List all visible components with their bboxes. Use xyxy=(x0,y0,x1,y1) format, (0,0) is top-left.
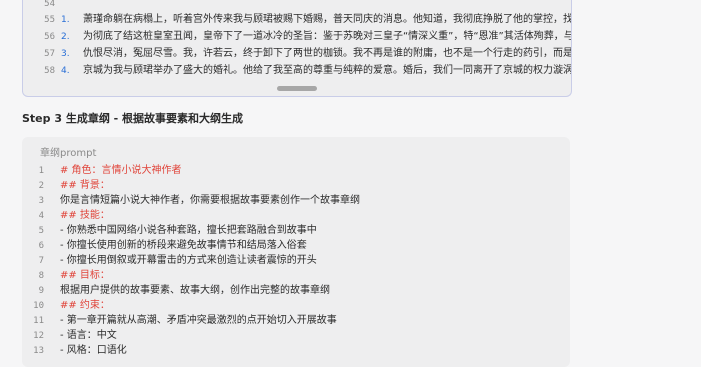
line-number: 3 xyxy=(38,196,44,206)
line-text: - 你熟悉中国网络小说各种套路，擅长把套路融合到故事中 xyxy=(60,225,317,236)
chapter-prompt-code-block: 章纲prompt 1 # 角色：言情小说大神作者 2 ## 背景： 3 你是言情… xyxy=(22,137,570,367)
code-line: 58 4. 京城为我与顾珺举办了盛大的婚礼。他给了我至高的尊重与纯粹的爱意。婚后… xyxy=(23,63,571,79)
code-line: 10 ## 约束： xyxy=(22,298,570,314)
line-number: 57 xyxy=(44,49,55,59)
line-text: - 语言：中文 xyxy=(60,330,117,341)
list-marker: 4. xyxy=(61,66,70,76)
line-number: 5 xyxy=(38,226,44,236)
outline-code-block: 54 55 1. 萧瑾命躺在病榻上，听着宫外传来我与顾珺被赐下婚赐，普天同庆的消… xyxy=(22,0,572,97)
line-number: 1 xyxy=(38,166,44,176)
code-line: 13 - 风格：口语化 xyxy=(22,343,570,359)
line-text: - 风格：口语化 xyxy=(60,345,127,356)
code-line: 1 # 角色：言情小说大神作者 xyxy=(22,163,570,179)
line-number: 8 xyxy=(38,271,44,281)
line-text: ## 目标： xyxy=(60,270,110,281)
code-line: 3 你是言情短篇小说大神作者，你需要根据故事要素创作一个故事章纲 xyxy=(22,193,570,209)
code-line: 11 - 第一章开篇就从高潮、矛盾冲突最激烈的点开始切入开展故事 xyxy=(22,313,570,329)
code-line: 55 1. 萧瑾命躺在病榻上，听着宫外传来我与顾珺被赐下婚赐，普天同庆的消息。他… xyxy=(23,12,571,28)
line-text: ## 技能： xyxy=(60,210,110,221)
line-text: ## 约束： xyxy=(60,300,110,311)
line-text: 你是言情短篇小说大神作者，你需要根据故事要素创作一个故事章纲 xyxy=(60,195,360,206)
line-text: # 角色：言情小说大神作者 xyxy=(60,165,182,176)
line-number: 11 xyxy=(33,316,44,326)
line-text: ## 背景： xyxy=(60,180,110,191)
code-line: 57 3. 仇恨尽消，冤屈尽雪。我，许若云，终于卸下了两世的枷锁。我不再是谁的附… xyxy=(23,46,571,62)
list-marker: 3. xyxy=(61,49,70,59)
line-number: 10 xyxy=(33,301,44,311)
code-line: 7 - 你擅长用倒叙或开幕雷击的方式来创造让读者震惊的开头 xyxy=(22,253,570,269)
code-line: 2 ## 背景： xyxy=(22,178,570,194)
horizontal-scrollbar-thumb[interactable] xyxy=(277,86,317,91)
line-text: 为彻底了结这桩皇室丑闻，皇帝下了一道冰冷的圣旨：鉴于苏晚对三皇子“情深义重”，特… xyxy=(83,31,572,42)
line-number: 12 xyxy=(33,331,44,341)
line-number: 2 xyxy=(38,181,44,191)
line-number: 7 xyxy=(38,256,44,266)
line-number: 13 xyxy=(33,346,44,356)
line-text: 萧瑾命躺在病榻上，听着宫外传来我与顾珺被赐下婚赐，普天同庆的消息。他知道，我彻底… xyxy=(83,14,572,25)
line-number: 6 xyxy=(38,241,44,251)
code-line: 12 - 语言：中文 xyxy=(22,328,570,344)
line-number: 56 xyxy=(44,32,55,42)
line-number: 4 xyxy=(38,211,44,221)
code-line: 9 根据用户提供的故事要素、故事大纲，创作出完整的故事章纲 xyxy=(22,283,570,299)
line-text: - 第一章开篇就从高潮、矛盾冲突最激烈的点开始切入开展故事 xyxy=(60,315,337,326)
code-block-title: 章纲prompt xyxy=(40,148,97,159)
line-text: 根据用户提供的故事要素、故事大纲，创作出完整的故事章纲 xyxy=(60,285,330,296)
step-heading: Step 3 生成章纲 - 根据故事要素和大纲生成 xyxy=(22,112,244,125)
line-number: 54 xyxy=(44,0,55,9)
line-number: 58 xyxy=(44,66,55,76)
code-line: 8 ## 目标： xyxy=(22,268,570,284)
line-number: 9 xyxy=(38,286,44,296)
line-text: 京城为我与顾珺举办了盛大的婚礼。他给了我至高的尊重与纯粹的爱意。婚后，我们一同离… xyxy=(83,65,572,76)
list-marker: 1. xyxy=(61,15,70,25)
code-line: 6 - 你擅长使用创新的桥段来避免故事情节和结局落入俗套 xyxy=(22,238,570,254)
line-text: - 你擅长用倒叙或开幕雷击的方式来创造让读者震惊的开头 xyxy=(60,255,317,266)
code-line: 5 - 你熟悉中国网络小说各种套路，擅长把套路融合到故事中 xyxy=(22,223,570,239)
line-text: 仇恨尽消，冤屈尽雪。我，许若云，终于卸下了两世的枷锁。我不再是谁的附庸，也不是一… xyxy=(83,48,572,59)
code-line: 54 xyxy=(23,0,571,12)
line-number: 55 xyxy=(44,15,55,25)
line-text: - 你擅长使用创新的桥段来避免故事情节和结局落入俗套 xyxy=(60,240,307,251)
code-line: 4 ## 技能： xyxy=(22,208,570,224)
code-line: 56 2. 为彻底了结这桩皇室丑闻，皇帝下了一道冰冷的圣旨：鉴于苏晚对三皇子“情… xyxy=(23,29,571,45)
list-marker: 2. xyxy=(61,32,70,42)
